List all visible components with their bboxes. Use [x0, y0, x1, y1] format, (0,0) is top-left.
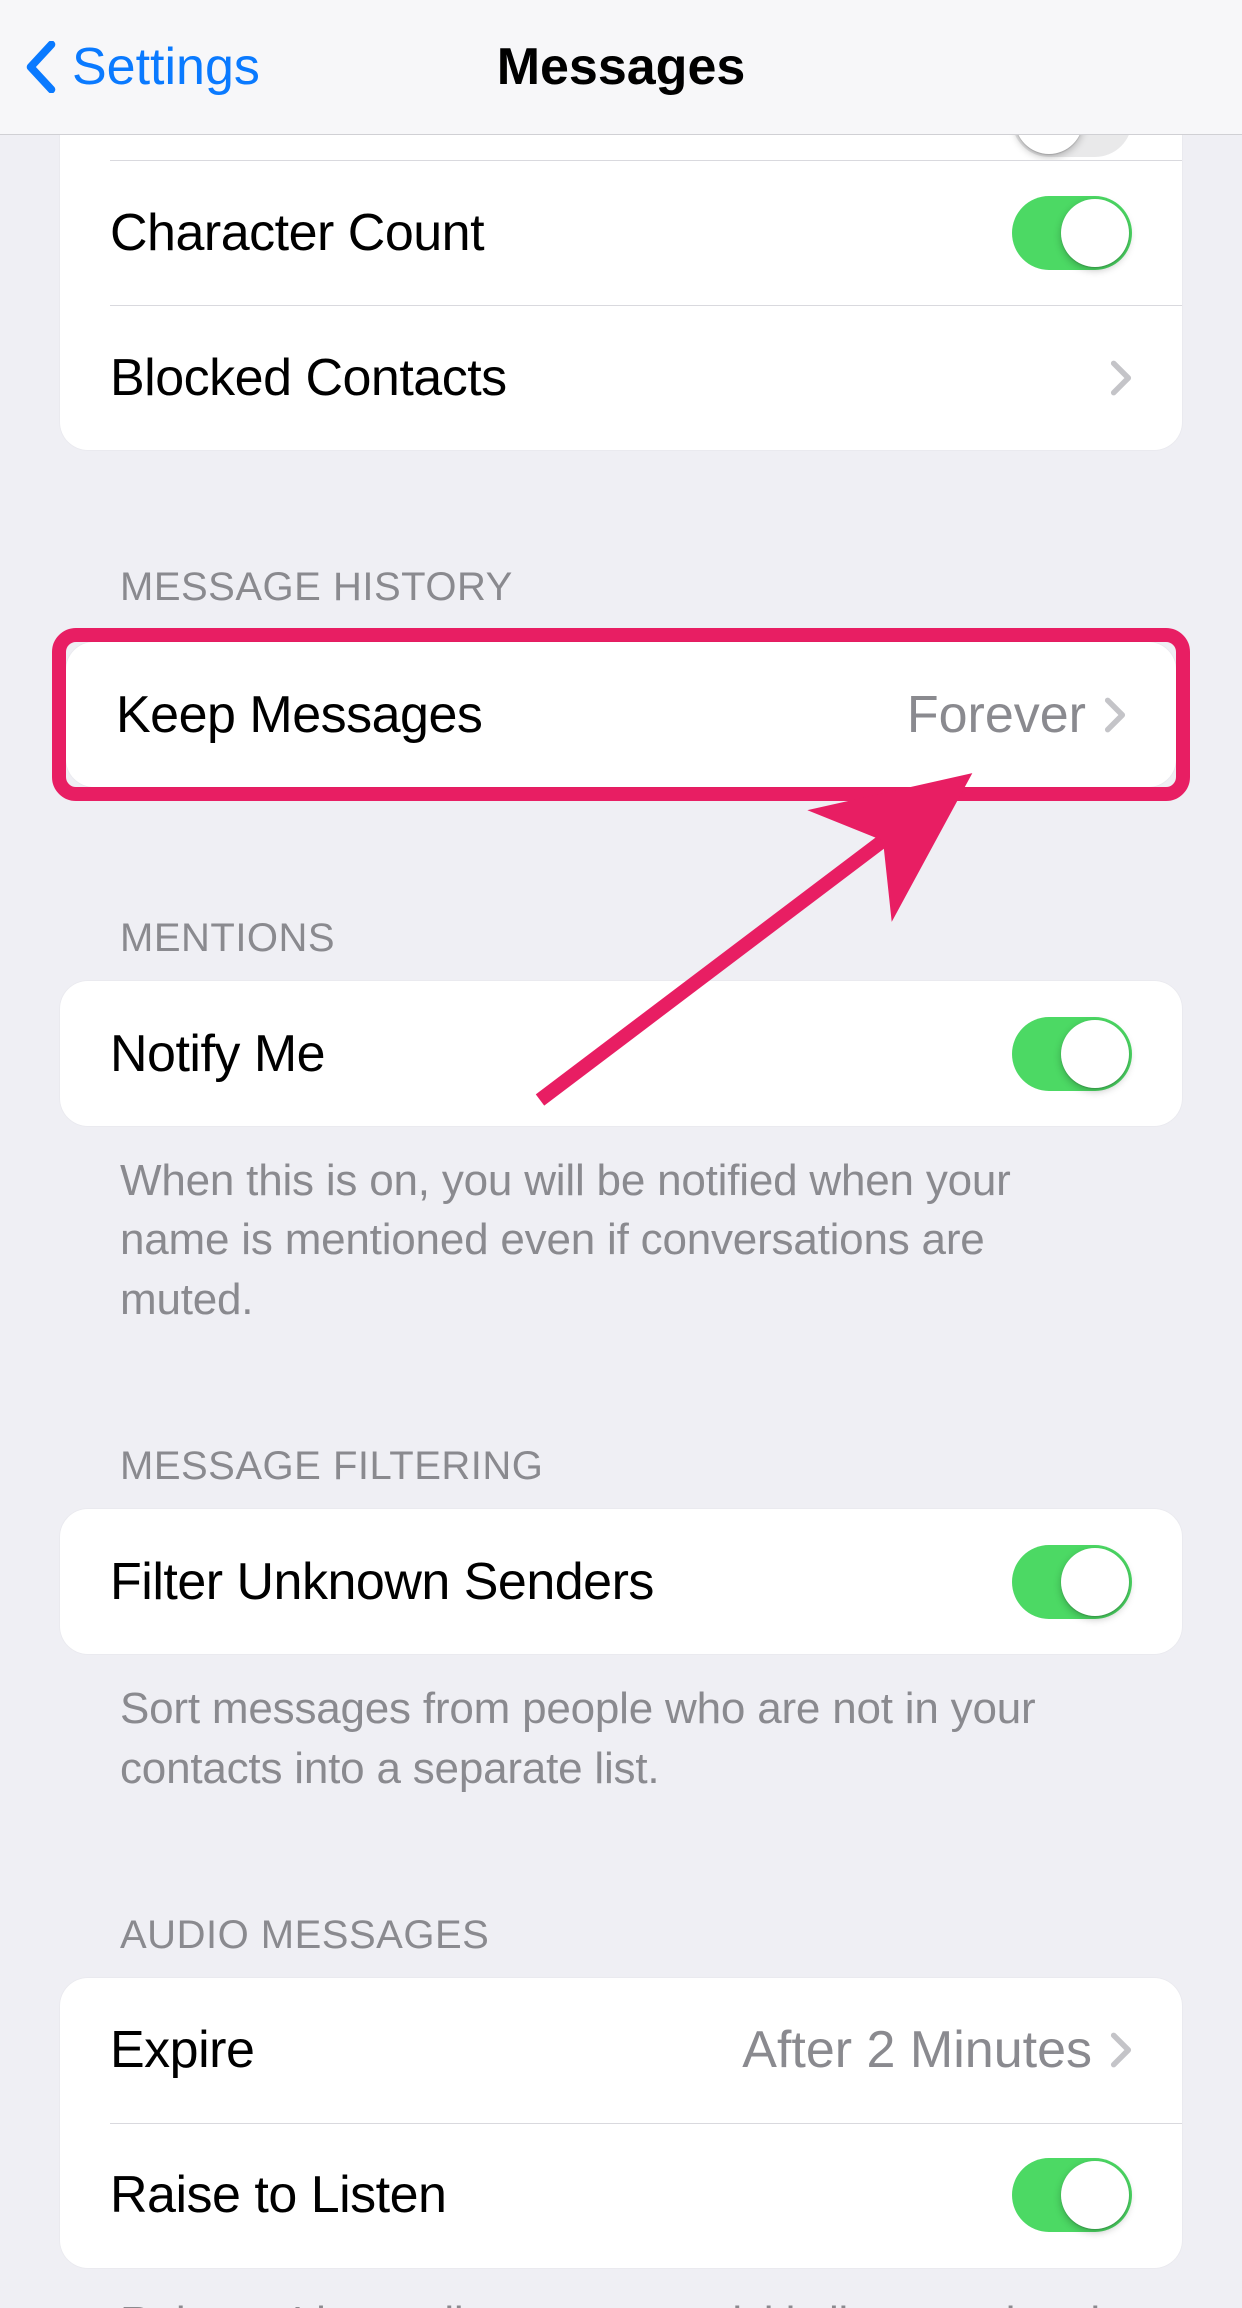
navbar: Settings Messages [0, 0, 1242, 135]
label-keep-messages: Keep Messages [116, 685, 482, 745]
row-partial-hidden[interactable] [60, 135, 1182, 160]
back-button[interactable]: Settings [24, 37, 260, 97]
settings-group-general: Character Count Blocked Contacts [60, 135, 1182, 450]
label-notify-me: Notify Me [110, 1024, 325, 1084]
settings-group-audio: Expire After 2 Minutes Raise to Listen [60, 1978, 1182, 2268]
settings-group-history: Keep Messages Forever [66, 642, 1176, 787]
label-raise-listen: Raise to Listen [110, 2165, 446, 2225]
header-audio: AUDIO MESSAGES [120, 1913, 1182, 1958]
row-keep-messages[interactable]: Keep Messages Forever [66, 642, 1176, 787]
footer-audio: Raise to Listen allows you to quickly li… [120, 2293, 1122, 2308]
toggle-filter-unknown[interactable] [1012, 1545, 1132, 1619]
row-expire[interactable]: Expire After 2 Minutes [60, 1978, 1182, 2123]
label-blocked-contacts: Blocked Contacts [110, 348, 507, 408]
row-raise-listen[interactable]: Raise to Listen [60, 2123, 1182, 2268]
back-label: Settings [72, 37, 260, 97]
chevron-right-icon [1104, 696, 1126, 734]
row-character-count[interactable]: Character Count [60, 160, 1182, 305]
highlight-annotation: Keep Messages Forever [52, 628, 1190, 801]
value-expire: After 2 Minutes [742, 2020, 1092, 2080]
row-filter-unknown[interactable]: Filter Unknown Senders [60, 1509, 1182, 1654]
row-notify-me[interactable]: Notify Me [60, 981, 1182, 1126]
label-filter-unknown: Filter Unknown Senders [110, 1552, 654, 1612]
chevron-right-icon [1110, 2031, 1132, 2069]
value-keep-messages: Forever [907, 685, 1086, 745]
header-message-history: MESSAGE HISTORY [120, 565, 1182, 610]
toggle-character-count[interactable] [1012, 196, 1132, 270]
chevron-right-icon [1110, 359, 1132, 397]
header-filtering: MESSAGE FILTERING [120, 1444, 1182, 1489]
settings-group-filtering: Filter Unknown Senders [60, 1509, 1182, 1654]
toggle-raise-listen[interactable] [1012, 2158, 1132, 2232]
header-mentions: MENTIONS [120, 916, 1182, 961]
toggle-partial[interactable] [1012, 135, 1132, 157]
toggle-notify-me[interactable] [1012, 1017, 1132, 1091]
label-expire: Expire [110, 2020, 254, 2080]
chevron-left-icon [24, 41, 58, 93]
row-blocked-contacts[interactable]: Blocked Contacts [60, 305, 1182, 450]
footer-filtering: Sort messages from people who are not in… [120, 1679, 1122, 1798]
label-character-count: Character Count [110, 203, 484, 263]
footer-mentions: When this is on, you will be notified wh… [120, 1151, 1122, 1329]
settings-group-mentions: Notify Me [60, 981, 1182, 1126]
